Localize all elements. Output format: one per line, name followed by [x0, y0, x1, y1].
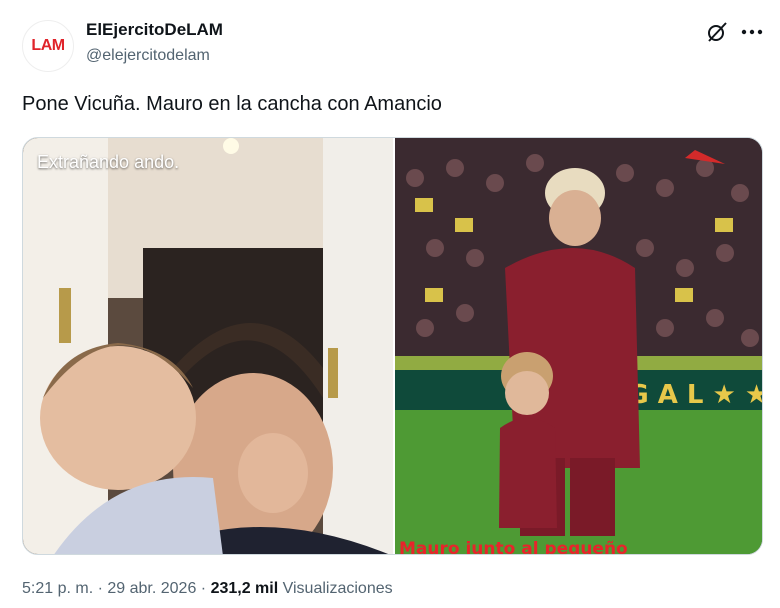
photo-left-caption: Extrañando ando.: [37, 152, 180, 172]
tweet-text: Pone Vicuña. Mauro en la cancha con Aman…: [22, 93, 442, 115]
tweet-media[interactable]: Extrañando ando. ★ G A L ★ ★ ★: [22, 137, 763, 555]
views-label: Visualizaciones: [278, 580, 393, 597]
avatar[interactable]: LAM: [22, 20, 74, 72]
tweet-date[interactable]: 29 abr. 2026: [107, 580, 196, 597]
tweet-meta: 5:21 p. m. · 29 abr. 2026 · 231,2 mil Vi…: [22, 580, 393, 598]
meta-separator: ·: [93, 580, 108, 597]
grok-icon[interactable]: [705, 20, 729, 44]
avatar-logo-text: LAM: [31, 37, 65, 54]
more-icon[interactable]: [740, 20, 764, 44]
meta-separator: ·: [196, 580, 211, 597]
author-handle[interactable]: @elejercitodelam: [86, 47, 210, 65]
photo-right[interactable]: ★ G A L ★ ★ ★ Mauro junto al pequeño: [395, 138, 762, 555]
photo-left-illustration: [23, 138, 393, 554]
photo-left[interactable]: Extrañando ando.: [23, 138, 393, 554]
views-count: 231,2 mil: [210, 580, 279, 597]
tweet-time[interactable]: 5:21 p. m.: [22, 580, 93, 597]
photo-right-banner: Mauro junto al pequeño: [399, 539, 628, 555]
author-name[interactable]: ElEjercitoDeLAM: [86, 20, 223, 40]
photo-right-illustration: ★ G A L ★ ★ ★ Mauro junto al pequeño: [395, 138, 762, 555]
